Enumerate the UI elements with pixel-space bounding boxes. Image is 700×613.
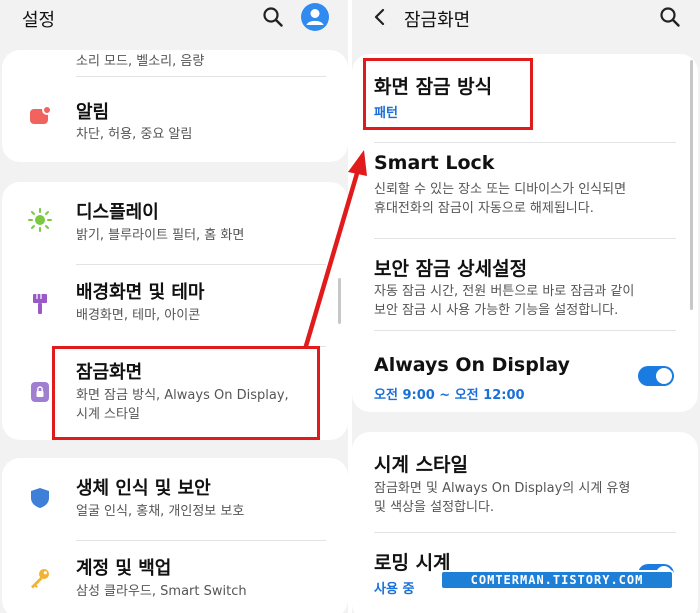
annotation-arrow — [303, 150, 367, 349]
watermark: COMTERMAN.TISTORY.COM — [440, 570, 674, 590]
